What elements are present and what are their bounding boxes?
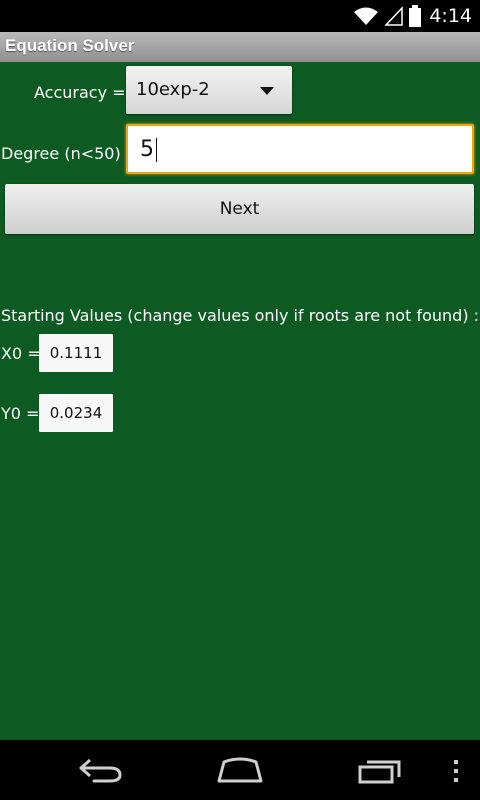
- x0-input[interactable]: 0.1111: [39, 334, 113, 372]
- degree-input[interactable]: 5: [126, 124, 474, 174]
- y0-input[interactable]: 0.0234: [39, 394, 113, 432]
- overflow-menu-icon[interactable]: [450, 758, 462, 784]
- back-icon[interactable]: [78, 756, 124, 784]
- app-title: Equation Solver: [5, 36, 135, 55]
- text-cursor: [156, 138, 157, 162]
- degree-input-text: 5: [140, 137, 154, 162]
- action-bar: Equation Solver: [0, 32, 480, 62]
- status-bar: 4:14: [0, 0, 480, 32]
- battery-icon: [409, 5, 422, 27]
- next-button[interactable]: Next: [5, 184, 474, 234]
- x0-label: X0 =: [1, 344, 41, 363]
- recent-apps-icon[interactable]: [358, 758, 402, 784]
- accuracy-label: Accuracy =: [34, 83, 126, 102]
- y0-label: Y0 =: [1, 404, 40, 423]
- accuracy-spinner[interactable]: 10exp-2: [126, 66, 292, 114]
- status-time: 4:14: [429, 5, 472, 27]
- home-icon[interactable]: [216, 756, 264, 784]
- signal-icon: [385, 6, 404, 26]
- navigation-bar: [0, 740, 480, 800]
- accuracy-selected-value: 10exp-2: [136, 79, 210, 100]
- wifi-icon: [354, 7, 379, 25]
- dropdown-arrow-icon: [260, 87, 274, 95]
- degree-input-value: 5: [140, 137, 157, 162]
- degree-label: Degree (n<50) =: [1, 144, 140, 163]
- starting-values-heading: Starting Values (change values only if r…: [1, 306, 480, 325]
- status-icons: 4:14: [353, 0, 472, 32]
